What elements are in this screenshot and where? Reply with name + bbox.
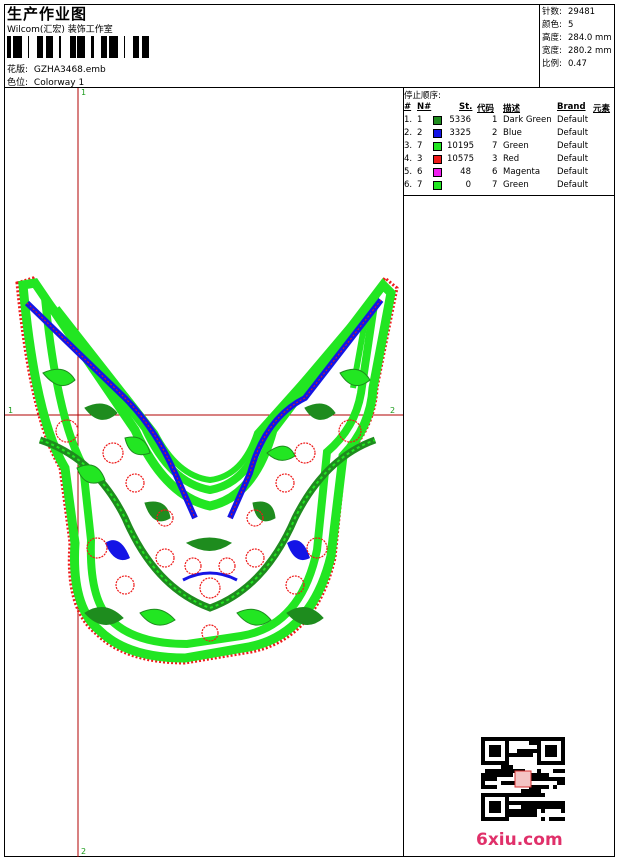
stat-width: 宽度: 280.2 mm [542, 44, 612, 56]
design-label: 花版: [7, 65, 29, 75]
row-code: 7 [492, 141, 498, 151]
watermark-logo: 6xiu.com [476, 830, 563, 850]
row-needle: 7 [417, 141, 423, 151]
stop-row: 3. 7 10195 7 Green Default [403, 141, 615, 154]
blue-accent-right [287, 540, 310, 561]
col-header-n: N# [417, 102, 432, 112]
col-header-brand: Brand [557, 102, 586, 112]
stop-sequence-title: 停止顺序: [404, 91, 441, 101]
row-num: 1. [404, 115, 413, 125]
row-desc: Red [503, 154, 520, 164]
col-header-num: # [404, 102, 412, 112]
col-header-desc: 描述 [503, 104, 521, 114]
row-code: 6 [492, 167, 498, 177]
stop-row: 6. 7 0 7 Green Default [403, 180, 615, 193]
row-needle: 7 [417, 180, 423, 190]
stat-value: 0.47 [568, 59, 587, 69]
collar-green-v [54, 300, 372, 484]
row-brand: Default [557, 180, 589, 190]
row-num: 6. [404, 180, 413, 190]
row-stitches: 3325 [449, 128, 471, 138]
row-num: 2. [404, 128, 413, 138]
row-num: 3. [404, 141, 413, 151]
stop-row: 1. 1 5336 1 Dark Green Default [403, 115, 615, 128]
panel-divider [403, 88, 404, 857]
stat-stitches: 针数: 29481 [542, 5, 595, 17]
barcode-icon [7, 36, 149, 58]
color-swatch [433, 129, 442, 138]
row-desc: Magenta [503, 167, 541, 177]
row-needle: 2 [417, 128, 423, 138]
row-brand: Default [557, 128, 589, 138]
stat-value: 29481 [568, 7, 596, 17]
colorway-label: 色位: [7, 78, 29, 88]
row-stitches: 10575 [447, 154, 475, 164]
company-name: Wilcom(汇宏) 装饰工作室 [7, 25, 113, 35]
stat-colors: 颜色: 5 [542, 18, 573, 30]
blue-accent-left [105, 540, 130, 561]
color-swatch [433, 181, 442, 190]
stat-value: 5 [568, 20, 574, 30]
stat-label: 宽度: [542, 46, 562, 56]
row-stitches: 48 [460, 167, 471, 177]
color-swatch [433, 116, 442, 125]
row-stitches: 5336 [449, 115, 471, 125]
row-desc: Green [503, 141, 529, 151]
design-value: GZHA3468.emb [33, 65, 106, 75]
row-code: 7 [492, 180, 498, 190]
stats-divider [539, 4, 540, 88]
col-header-stitches: St. [459, 102, 473, 112]
stop-row: 2. 2 3325 2 Blue Default [403, 128, 615, 141]
row-needle: 6 [417, 167, 423, 177]
row-desc: Dark Green [503, 115, 552, 125]
design-file: 花版: GZHA3468.emb [7, 62, 106, 75]
color-swatch [433, 168, 442, 177]
stat-label: 比例: [542, 59, 562, 69]
row-code: 2 [492, 128, 498, 138]
row-brand: Default [557, 167, 589, 177]
stat-height: 高度: 284.0 mm [542, 31, 612, 43]
row-brand: Default [557, 115, 589, 125]
stat-label: 高度: [542, 33, 562, 43]
sheet-title: 生产作业图 [7, 5, 88, 23]
stat-value: 284.0 mm [568, 33, 612, 43]
row-stitches: 0 [465, 180, 471, 190]
table-divider [403, 195, 615, 196]
stat-label: 颜色: [542, 20, 562, 30]
embroidery-design [5, 88, 403, 857]
row-num: 5. [404, 167, 413, 177]
row-desc: Blue [503, 128, 522, 138]
row-needle: 1 [417, 115, 423, 125]
row-brand: Default [557, 154, 589, 164]
stat-scale: 比例: 0.47 [542, 57, 587, 69]
row-brand: Default [557, 141, 589, 151]
row-needle: 3 [417, 154, 423, 164]
row-num: 4. [404, 154, 413, 164]
row-stitches: 10195 [447, 141, 475, 151]
color-swatch [433, 155, 442, 164]
colorway-value: Colorway 1 [33, 78, 85, 88]
row-desc: Green [503, 180, 529, 190]
color-swatch [433, 142, 442, 151]
row-code: 3 [492, 154, 498, 164]
qr-code-icon [481, 737, 565, 821]
stat-label: 针数: [542, 7, 562, 17]
stop-row: 4. 3 10575 3 Red Default [403, 154, 615, 167]
stat-value: 280.2 mm [568, 46, 612, 56]
col-header-element: 元素 [593, 104, 611, 114]
col-header-code: 代码 [477, 104, 495, 114]
colorway: 色位: Colorway 1 [7, 75, 84, 88]
row-code: 1 [492, 115, 498, 125]
stop-row: 5. 6 48 6 Magenta Default [403, 167, 615, 180]
